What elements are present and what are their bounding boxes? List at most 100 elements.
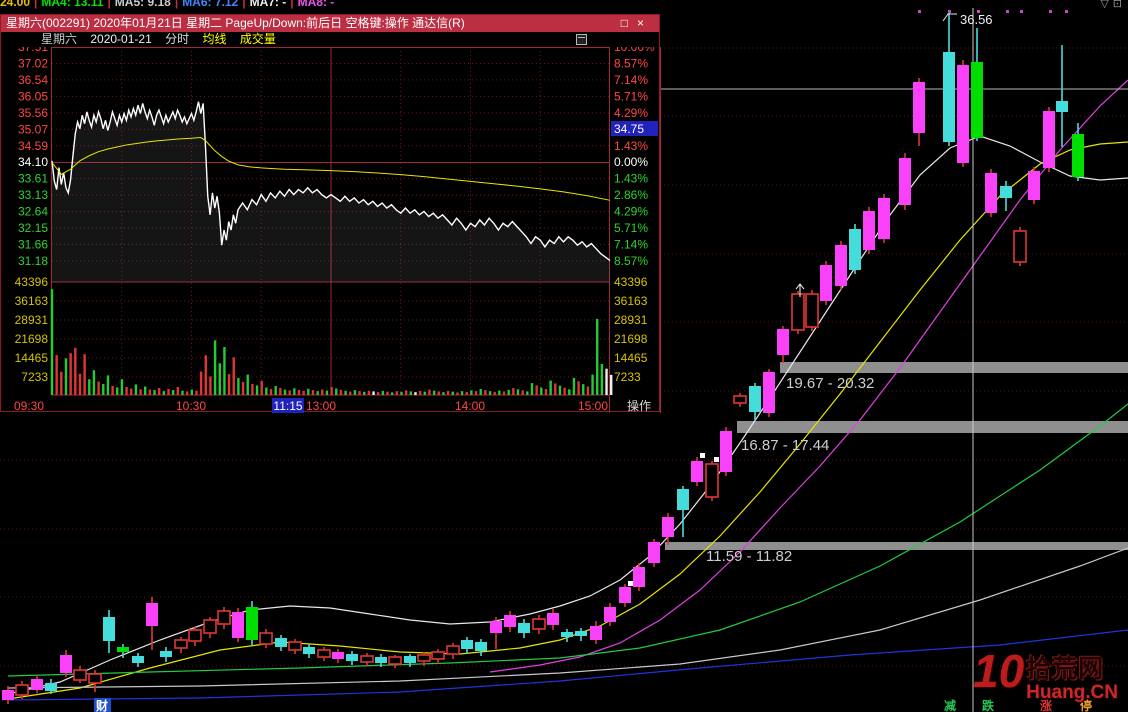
high-annotation-leader xyxy=(943,14,957,21)
volume-axis-label: 21698 xyxy=(614,332,648,346)
candle-body xyxy=(806,294,818,327)
strip-separator: | xyxy=(107,0,110,9)
white-mark xyxy=(628,581,633,586)
close-button[interactable]: × xyxy=(637,16,653,30)
candle-body xyxy=(533,619,545,629)
minute-left-axis-label: 33.13 xyxy=(18,188,48,202)
candle-body xyxy=(346,654,358,661)
volume-axis-label: 7233 xyxy=(614,370,641,384)
candle-body xyxy=(404,656,416,663)
minute-left-axis-label: 36.54 xyxy=(18,73,48,87)
time-label: 09:30 xyxy=(14,399,44,413)
ma-line xyxy=(8,548,1128,688)
candle-body xyxy=(943,52,955,142)
minute-right-axis-label: 7.14% xyxy=(614,73,648,87)
candle-body xyxy=(1056,101,1068,112)
minute-left-axis-label: 37.02 xyxy=(18,56,48,70)
volume-axis-label: 43396 xyxy=(15,275,49,289)
crosshair-price-label: 34.75 xyxy=(614,122,644,136)
panel-icon[interactable]: ⊡ xyxy=(1113,0,1126,10)
candle-body xyxy=(820,265,832,301)
indicator-value: MA6: 7.12 xyxy=(182,0,238,9)
candle-body xyxy=(648,542,660,563)
candle-body xyxy=(619,587,631,603)
candle-body xyxy=(132,656,144,663)
candle-body xyxy=(633,567,645,587)
dropdown-arrow-icon[interactable]: ▽ xyxy=(1100,0,1112,10)
chart-corner-controls[interactable]: ▽⊡ xyxy=(1100,0,1126,10)
minute-left-axis-label: 32.15 xyxy=(18,221,48,235)
candle-body xyxy=(490,621,502,633)
candle-body xyxy=(575,631,587,636)
candle-body xyxy=(899,158,911,205)
volume-axis-label: 36163 xyxy=(614,294,648,308)
candle-body xyxy=(763,372,775,413)
event-marker[interactable]: 减 xyxy=(944,698,956,712)
crosshair-time-label: 11:15 xyxy=(273,399,302,413)
candle-body xyxy=(475,642,487,651)
candle-body xyxy=(720,431,732,472)
minute-right-axis-label: 1.43% xyxy=(614,139,648,153)
popup-chart-header: 星期六 2020-01-21 分时 均线 成交量 xyxy=(1,32,659,47)
minute-right-axis-label: 5.71% xyxy=(614,221,648,235)
candle-body xyxy=(792,294,804,330)
ma-toggle[interactable]: 均线 xyxy=(202,32,226,46)
candle-body xyxy=(146,603,158,626)
chart-date-label: 2020-01-21 xyxy=(90,32,151,46)
popup-title-bar[interactable]: 星期六(002291) 2020年01月21日 星期二 PageUp/Down:… xyxy=(1,15,659,32)
gap-annotation: 11.59 - 11.82 xyxy=(706,548,792,565)
candle-body xyxy=(749,386,761,412)
candle-body xyxy=(913,82,925,133)
minute-left-axis-label: 35.07 xyxy=(18,122,48,136)
candle-body xyxy=(1014,231,1026,262)
volume-toggle[interactable]: 成交量 xyxy=(240,32,276,46)
candle-body xyxy=(1072,134,1084,177)
strip-separator: | xyxy=(290,0,293,9)
minute-right-axis-label: 1.43% xyxy=(614,172,648,186)
candle-body xyxy=(103,617,115,641)
candle-body xyxy=(1028,171,1040,200)
candle-body xyxy=(246,607,258,640)
candle-body xyxy=(547,613,559,625)
candle-body xyxy=(332,652,344,659)
candle-body xyxy=(45,683,57,691)
strip-separator: | xyxy=(242,0,245,9)
candle-body xyxy=(260,633,272,644)
gap-band xyxy=(737,421,1128,433)
indicator-value: MA8: - xyxy=(298,0,335,9)
event-marker[interactable]: 财 xyxy=(95,698,108,712)
action-menu-label[interactable]: 操作 xyxy=(627,397,651,414)
layout-icon[interactable] xyxy=(576,34,587,45)
high-annotation: 36.56 xyxy=(960,12,993,27)
white-mark xyxy=(714,457,719,462)
minute-left-axis-label: 35.56 xyxy=(18,106,48,120)
minute-right-axis-label: 10.00% xyxy=(614,47,655,54)
mode-label[interactable]: 分时 xyxy=(165,32,189,46)
candle-body xyxy=(863,211,875,250)
candle-body xyxy=(677,489,689,510)
volume-axis-label: 28931 xyxy=(15,313,49,327)
gap-annotation: 16.87 - 17.44 xyxy=(741,437,829,454)
candle-body xyxy=(957,65,969,163)
time-label: 13:00 xyxy=(306,399,336,413)
candle-body xyxy=(289,642,301,650)
candle-body xyxy=(204,620,216,633)
time-label: 14:00 xyxy=(455,399,485,413)
minute-right-axis-label: 4.29% xyxy=(614,205,648,219)
volume-axis-label: 21698 xyxy=(15,332,49,346)
candle-body xyxy=(218,611,230,624)
candle-body xyxy=(662,517,674,537)
indicator-value-strip: 24.00|MA4: 13.11|MA5: 9.18|MA6: 7.12|MA7… xyxy=(0,0,1128,13)
candle-body xyxy=(418,655,430,661)
minute-left-axis-label: 33.61 xyxy=(18,172,48,186)
minute-chart-popup-window[interactable]: 星期六(002291) 2020年01月21日 星期二 PageUp/Down:… xyxy=(0,14,660,412)
minimize-button[interactable]: □ xyxy=(621,16,637,30)
candle-body xyxy=(74,670,86,680)
minute-left-axis-label: 36.05 xyxy=(18,89,48,103)
candle-body xyxy=(31,679,43,690)
trading-app-screen: 36.5619.67 - 20.3216.87 - 17.4411.59 - 1… xyxy=(0,0,1128,712)
strip-separator: | xyxy=(175,0,178,9)
minute-chart[interactable]: 37.5137.0236.5436.0535.5635.0734.5934.10… xyxy=(1,47,661,413)
volume-axis-label: 43396 xyxy=(614,275,648,289)
volume-axis-label: 14465 xyxy=(15,351,49,365)
